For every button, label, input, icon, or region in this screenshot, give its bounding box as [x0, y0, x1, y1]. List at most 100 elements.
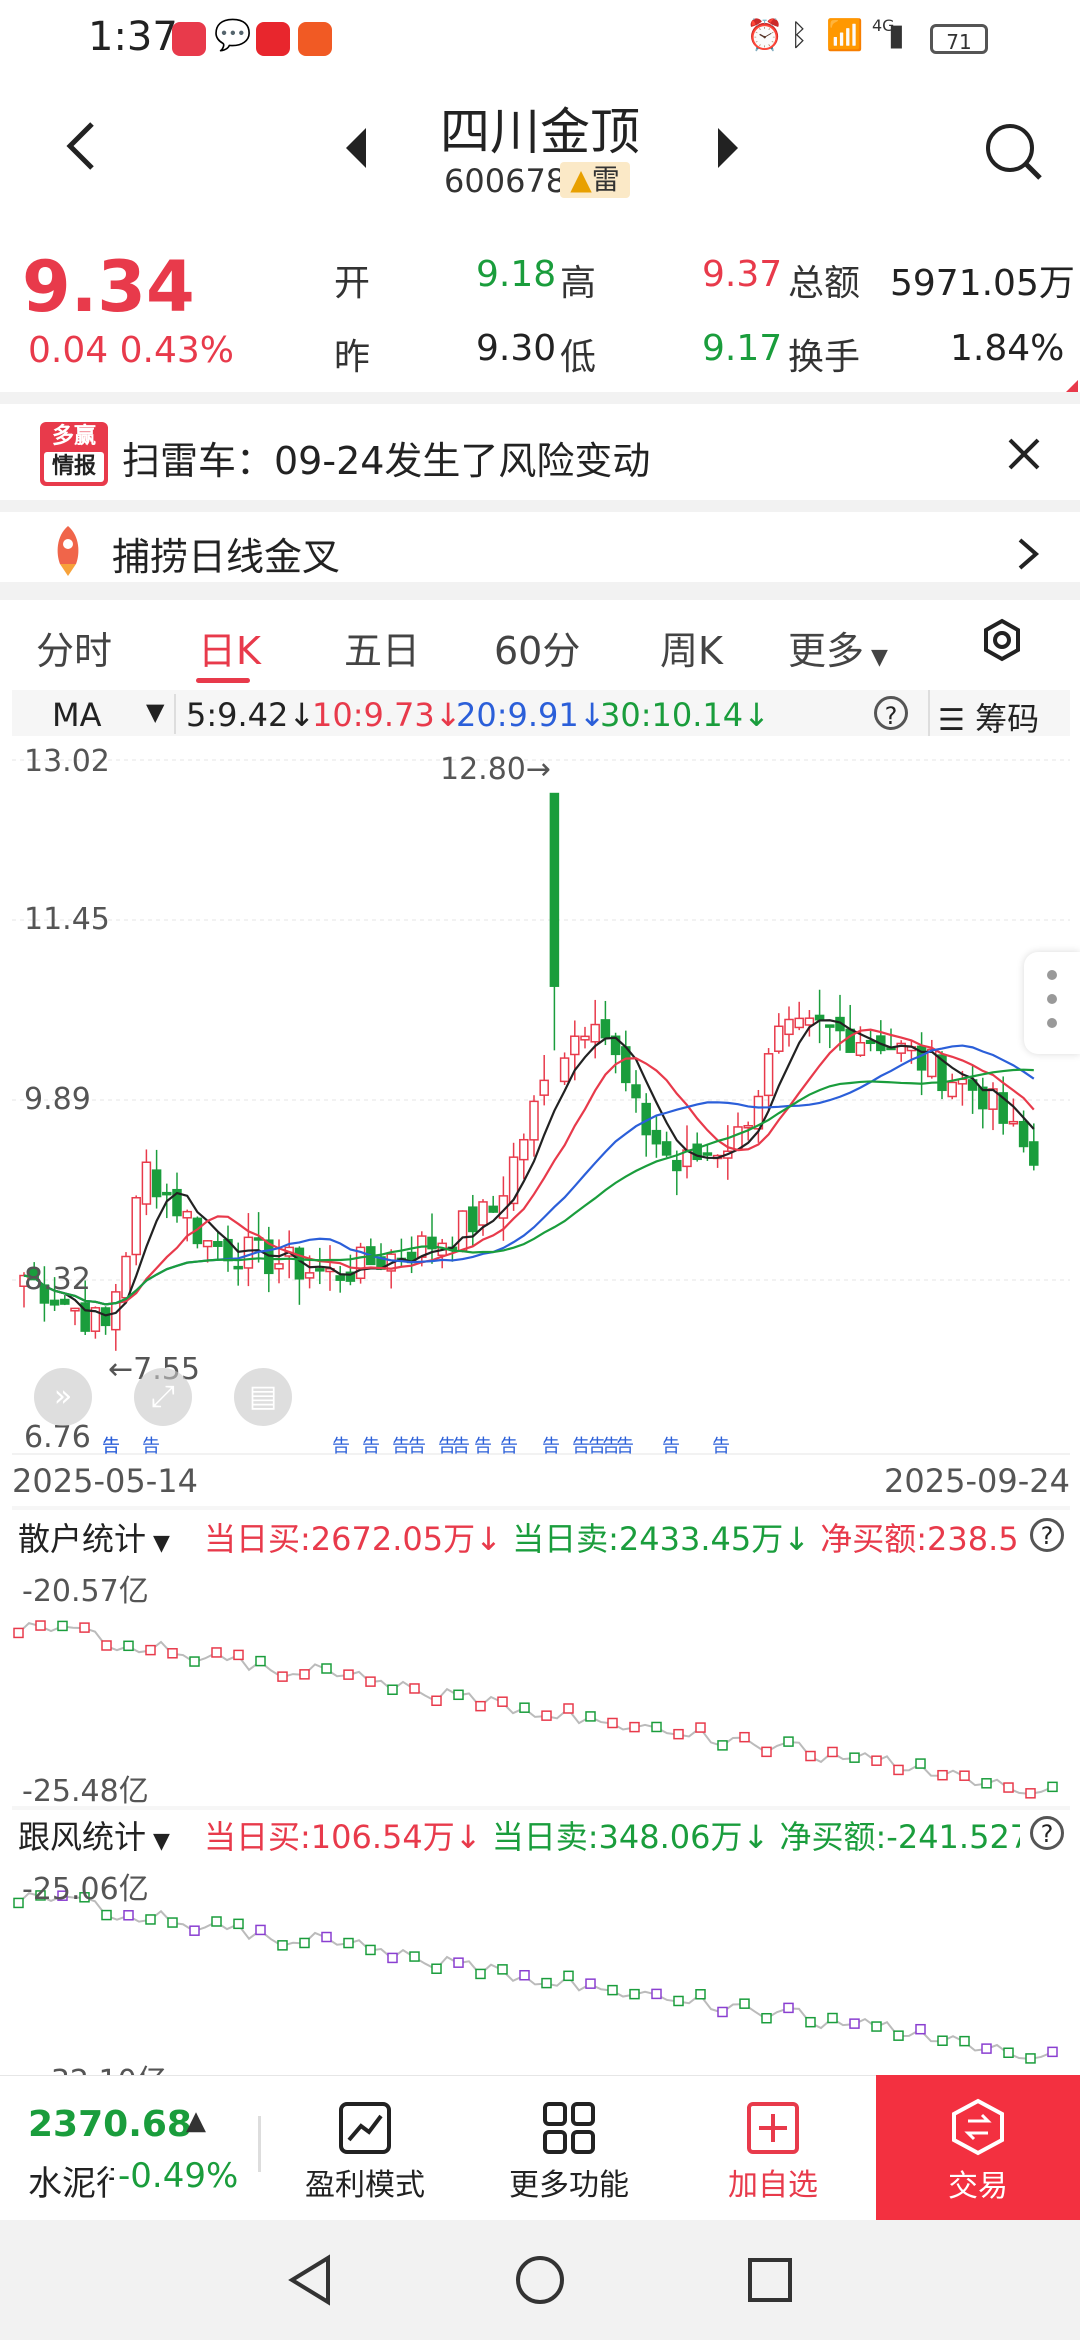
announcement-marker: 告 [332, 1436, 350, 1456]
indicator-box [475, 1700, 486, 1712]
trade-button[interactable]: 交易 [876, 2075, 1080, 2220]
fullscreen-icon[interactable]: ⤢ [134, 1368, 192, 1426]
profit-mode-button[interactable]: 盈利模式 [300, 2100, 430, 2204]
active-tab-indicator [196, 678, 250, 683]
candle-body [661, 1141, 672, 1156]
indicator-box [475, 1968, 486, 1980]
indicator-box [893, 2030, 904, 2041]
candle-body [845, 1028, 855, 1053]
indicator-box [827, 2012, 838, 2024]
follow-stats-selector[interactable]: 跟风统计 ▼ [18, 1812, 170, 1858]
tab-weekly-k[interactable]: 周K [660, 620, 723, 675]
candle-body [947, 1081, 957, 1098]
indicator-box [937, 2035, 948, 2046]
candle-body [304, 1272, 315, 1279]
retail-stats-chart[interactable] [12, 1556, 1070, 1806]
risk-badge-label: 雷 [591, 163, 620, 196]
candle-body [672, 1159, 682, 1172]
candle-body [702, 1152, 713, 1156]
ma-selector[interactable]: MA [52, 696, 102, 734]
indicator-box [607, 1717, 618, 1729]
battery-indicator: 71 [930, 24, 988, 54]
indicator-box [937, 1769, 948, 1781]
low-label: 低 [560, 337, 597, 378]
chip-distribution-button[interactable]: ☰ 筹码 [938, 694, 1039, 740]
indicator-box [101, 1909, 112, 1921]
expand-icon[interactable]: » [34, 1368, 92, 1426]
indicator-box [453, 1957, 464, 1968]
open-value: 9.18 [476, 254, 557, 295]
caret-down-icon[interactable]: ▼ [146, 698, 164, 726]
signal-icon: ▮ [888, 18, 905, 53]
follow-top-label: -25.06亿 [22, 1872, 149, 1907]
ma20-value: 20:9.91↓ [456, 696, 606, 734]
system-back-button[interactable] [286, 2254, 334, 2310]
divider [174, 694, 176, 734]
candle-body [100, 1307, 111, 1327]
candle-body [1008, 1120, 1019, 1125]
more-functions-button[interactable]: 更多功能 [504, 2100, 634, 2204]
indicator-box [673, 1995, 684, 2007]
indicator-box [431, 1695, 442, 1707]
tab-more[interactable]: 更多 ▼ [788, 620, 888, 675]
indicator-box [123, 1640, 134, 1652]
indicator-box [519, 1702, 530, 1713]
indicator-box [563, 1970, 574, 1982]
page-title: 四川金顶 [440, 103, 640, 161]
retail-stats-selector[interactable]: 散户统计 ▼ [18, 1514, 170, 1560]
indicator-box [409, 1683, 420, 1694]
system-home-button[interactable] [514, 2254, 566, 2310]
candle-body [335, 1275, 345, 1281]
indicator-box [167, 1917, 178, 1928]
indicator-box [13, 1627, 24, 1639]
trade-label: 交易 [948, 2169, 1008, 2204]
candle-body [763, 1053, 774, 1097]
candle-body [814, 1014, 825, 1021]
indicator-box [849, 1752, 860, 1763]
follow-buy: 当日买:106.54万↓ [204, 1818, 482, 1856]
system-recents-button[interactable] [746, 2256, 794, 2308]
chart-side-menu-handle[interactable] [1024, 952, 1080, 1054]
candle-body [804, 1017, 815, 1026]
help-icon[interactable]: ? [1030, 1518, 1064, 1552]
candle-body [141, 1161, 152, 1205]
candle-body [631, 1084, 641, 1099]
tab-60min[interactable]: 60分 [494, 620, 580, 675]
retail-top-label: -20.57亿 [22, 1574, 149, 1609]
tab-five-day[interactable]: 五日 [344, 620, 420, 675]
candle-body [519, 1138, 529, 1161]
help-icon[interactable]: ? [1030, 1816, 1064, 1850]
signal-arrow-button[interactable] [1016, 536, 1040, 576]
indicator-box [233, 1918, 244, 1930]
tab-intraday[interactable]: 分时 [36, 620, 112, 675]
indicator-box [453, 1689, 464, 1701]
kline-chart[interactable]: 告告告告告告告 告告告告告告告告告告告 [12, 740, 1070, 1456]
follow-stats-chart[interactable] [12, 1856, 1070, 2074]
indicator-box [959, 2035, 970, 2047]
add-watchlist-button[interactable]: 加自选 [708, 2100, 838, 2204]
search-button[interactable] [982, 120, 1046, 188]
ma10-value: 10:9.73↓ [312, 696, 462, 734]
keyboard-icon[interactable]: ▤ [234, 1368, 292, 1426]
candle-body [590, 1023, 600, 1043]
risk-badge[interactable]: ▲雷 [560, 162, 630, 198]
close-alert-button[interactable] [1006, 436, 1046, 480]
candle-body [794, 1017, 804, 1029]
indicator-box [277, 1671, 288, 1682]
indicator-box [167, 1648, 178, 1659]
indicator-box [365, 1944, 376, 1956]
indicator-box [981, 2043, 992, 2054]
tab-daily-k[interactable]: 日K [198, 620, 261, 675]
candle-body [478, 1201, 488, 1226]
rocket-icon [46, 524, 90, 578]
indicator-box [783, 2002, 794, 2014]
chart-settings-button[interactable] [980, 618, 1024, 666]
indicator-box [211, 1647, 222, 1658]
open-label: 开 [334, 263, 371, 304]
candle-body [774, 1025, 784, 1052]
indicator-box [673, 1728, 684, 1740]
price-change: 0.04 0.43% [28, 330, 234, 371]
sector-index-value: 2370.68 [28, 2104, 192, 2145]
next-stock-button[interactable] [712, 126, 742, 174]
help-icon[interactable]: ? [874, 696, 908, 730]
